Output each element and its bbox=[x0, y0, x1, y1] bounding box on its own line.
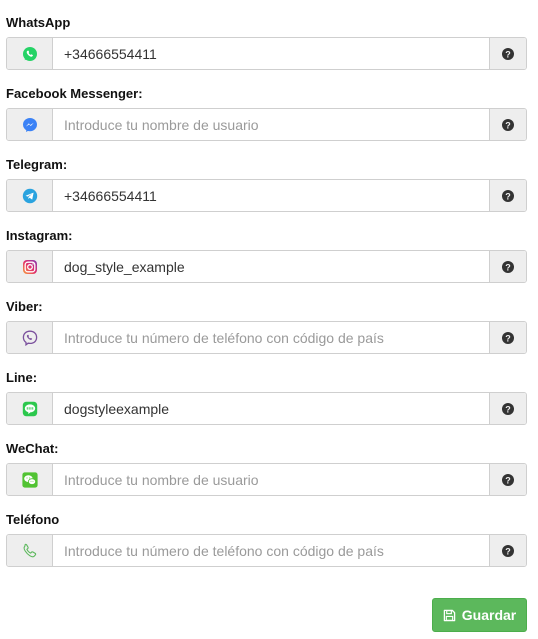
line-input[interactable] bbox=[53, 393, 489, 424]
input-group: ? bbox=[6, 37, 527, 70]
svg-text:?: ? bbox=[505, 404, 511, 414]
question-circle-icon[interactable]: ? bbox=[489, 322, 526, 353]
svg-text:?: ? bbox=[505, 333, 511, 343]
telegram-icon bbox=[7, 180, 53, 211]
contact-methods-form: WhatsApp ? Facebook Messenger: bbox=[0, 0, 538, 639]
messenger-icon bbox=[7, 109, 53, 140]
question-circle-icon[interactable]: ? bbox=[489, 393, 526, 424]
instagram-input[interactable] bbox=[53, 251, 489, 282]
instagram-icon bbox=[7, 251, 53, 282]
input-group: ? bbox=[6, 392, 527, 425]
messenger-username-input[interactable] bbox=[53, 109, 489, 140]
floppy-disk-icon bbox=[443, 609, 456, 621]
line-icon bbox=[7, 393, 53, 424]
viber-icon bbox=[7, 322, 53, 353]
field-label: Instagram: bbox=[6, 228, 73, 243]
question-circle-icon[interactable]: ? bbox=[489, 464, 526, 495]
input-group: ? bbox=[6, 321, 527, 354]
field-label: Viber: bbox=[6, 299, 43, 314]
whatsapp-input[interactable] bbox=[53, 38, 489, 69]
input-group: ? bbox=[6, 250, 527, 283]
svg-text:?: ? bbox=[505, 475, 511, 485]
question-circle-icon[interactable]: ? bbox=[489, 180, 526, 211]
svg-text:?: ? bbox=[505, 191, 511, 201]
svg-text:?: ? bbox=[505, 546, 511, 556]
field-label: WhatsApp bbox=[6, 15, 71, 30]
telegram-input[interactable] bbox=[53, 180, 489, 211]
save-button-label: Guardar bbox=[461, 607, 517, 623]
phone-icon bbox=[7, 535, 53, 566]
input-group: ? bbox=[6, 534, 527, 567]
whatsapp-icon bbox=[7, 38, 53, 69]
phone-input[interactable] bbox=[53, 535, 489, 566]
svg-text:?: ? bbox=[505, 262, 511, 272]
svg-text:?: ? bbox=[505, 120, 511, 130]
wechat-username-input[interactable] bbox=[53, 464, 489, 495]
question-circle-icon[interactable]: ? bbox=[489, 38, 526, 69]
question-circle-icon[interactable]: ? bbox=[489, 251, 526, 282]
field-label: Teléfono bbox=[6, 512, 60, 527]
viber-phone-input[interactable] bbox=[53, 322, 489, 353]
field-label: Line: bbox=[6, 370, 38, 385]
question-circle-icon[interactable]: ? bbox=[489, 535, 526, 566]
svg-text:?: ? bbox=[505, 49, 511, 59]
input-group: ? bbox=[6, 108, 527, 141]
question-circle-icon[interactable]: ? bbox=[489, 109, 526, 140]
field-label: WeChat: bbox=[6, 441, 59, 456]
input-group: ? bbox=[6, 463, 527, 496]
wechat-icon bbox=[7, 464, 53, 495]
input-group: ? bbox=[6, 179, 527, 212]
save-button[interactable]: Guardar bbox=[432, 598, 527, 632]
field-label: Facebook Messenger: bbox=[6, 86, 143, 101]
field-label: Telegram: bbox=[6, 157, 68, 172]
